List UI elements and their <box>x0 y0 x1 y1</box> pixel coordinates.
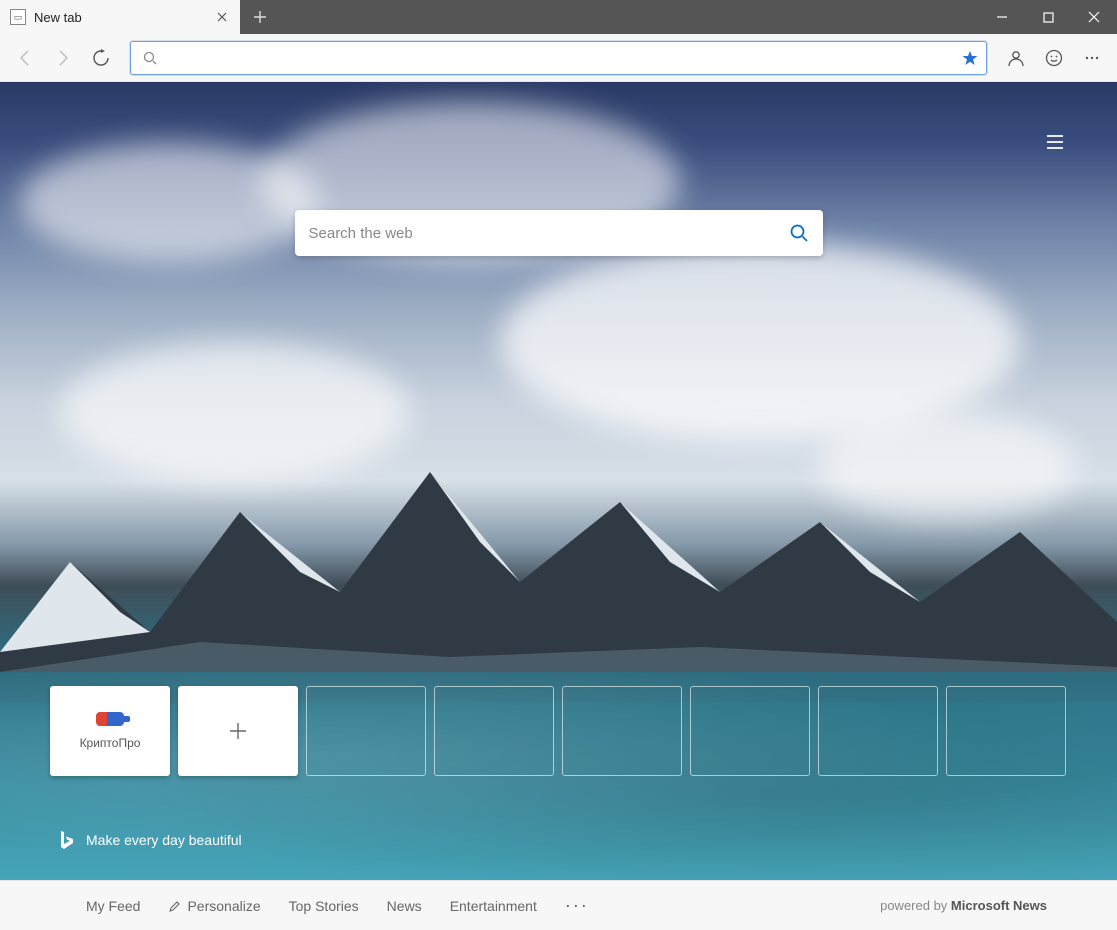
web-search-input[interactable] <box>309 225 779 242</box>
favorite-star-icon[interactable] <box>962 50 978 66</box>
feedback-button[interactable] <box>1037 41 1071 75</box>
plus-icon <box>227 720 249 742</box>
maximize-button[interactable] <box>1025 0 1071 34</box>
site-favicon <box>96 712 124 726</box>
empty-tile[interactable] <box>818 686 938 776</box>
feed-more-button[interactable]: ··· <box>565 895 589 916</box>
feed-link-news[interactable]: News <box>387 898 422 914</box>
feed-link-topstories[interactable]: Top Stories <box>289 898 359 914</box>
powered-by-brand: Microsoft News <box>951 898 1047 913</box>
close-tab-button[interactable] <box>212 7 232 27</box>
titlebar: ▭ New tab <box>0 0 1117 34</box>
empty-tile[interactable] <box>434 686 554 776</box>
personalize-label: Personalize <box>187 898 260 914</box>
browser-tab[interactable]: ▭ New tab <box>0 0 240 34</box>
motto-text: Make every day beautiful <box>86 832 242 848</box>
window-controls <box>979 0 1117 34</box>
minimize-button[interactable] <box>979 0 1025 34</box>
web-search-box[interactable] <box>295 210 823 256</box>
forward-button[interactable] <box>46 41 80 75</box>
empty-tile[interactable] <box>946 686 1066 776</box>
bing-logo-icon <box>58 830 74 850</box>
feed-link-personalize[interactable]: Personalize <box>168 898 260 914</box>
footer-links: My Feed Personalize Top Stories News Ent… <box>86 895 589 916</box>
new-tab-page: КриптоПро Make every day beautiful <box>0 82 1117 880</box>
feed-link-entertainment[interactable]: Entertainment <box>450 898 537 914</box>
titlebar-drag-region[interactable] <box>280 0 979 34</box>
tile-label: КриптоПро <box>80 736 141 750</box>
back-button[interactable] <box>8 41 42 75</box>
search-icon <box>143 51 157 65</box>
refresh-button[interactable] <box>84 41 118 75</box>
powered-by-label: powered by Microsoft News <box>880 898 1047 913</box>
feed-footer: My Feed Personalize Top Stories News Ent… <box>0 880 1117 930</box>
close-window-button[interactable] <box>1071 0 1117 34</box>
empty-tile[interactable] <box>690 686 810 776</box>
address-bar[interactable] <box>130 41 987 75</box>
empty-tile[interactable] <box>562 686 682 776</box>
feed-link-myfeed[interactable]: My Feed <box>86 898 140 914</box>
powered-by-prefix: powered by <box>880 898 951 913</box>
bing-motto[interactable]: Make every day beautiful <box>58 830 242 850</box>
profile-button[interactable] <box>999 41 1033 75</box>
address-input[interactable] <box>165 50 962 66</box>
new-tab-button[interactable] <box>240 0 280 34</box>
tab-title: New tab <box>34 10 212 25</box>
search-submit-icon[interactable] <box>789 223 809 243</box>
browser-toolbar <box>0 34 1117 82</box>
add-site-tile[interactable] <box>178 686 298 776</box>
tab-favicon: ▭ <box>10 9 26 25</box>
page-settings-button[interactable] <box>1041 128 1069 156</box>
decorative-mountains <box>0 442 1117 702</box>
pencil-icon <box>168 900 181 913</box>
top-site-tile[interactable]: КриптоПро <box>50 686 170 776</box>
top-sites-row: КриптоПро <box>50 686 1067 776</box>
decorative-cloud <box>20 142 320 262</box>
settings-menu-button[interactable] <box>1075 41 1109 75</box>
empty-tile[interactable] <box>306 686 426 776</box>
